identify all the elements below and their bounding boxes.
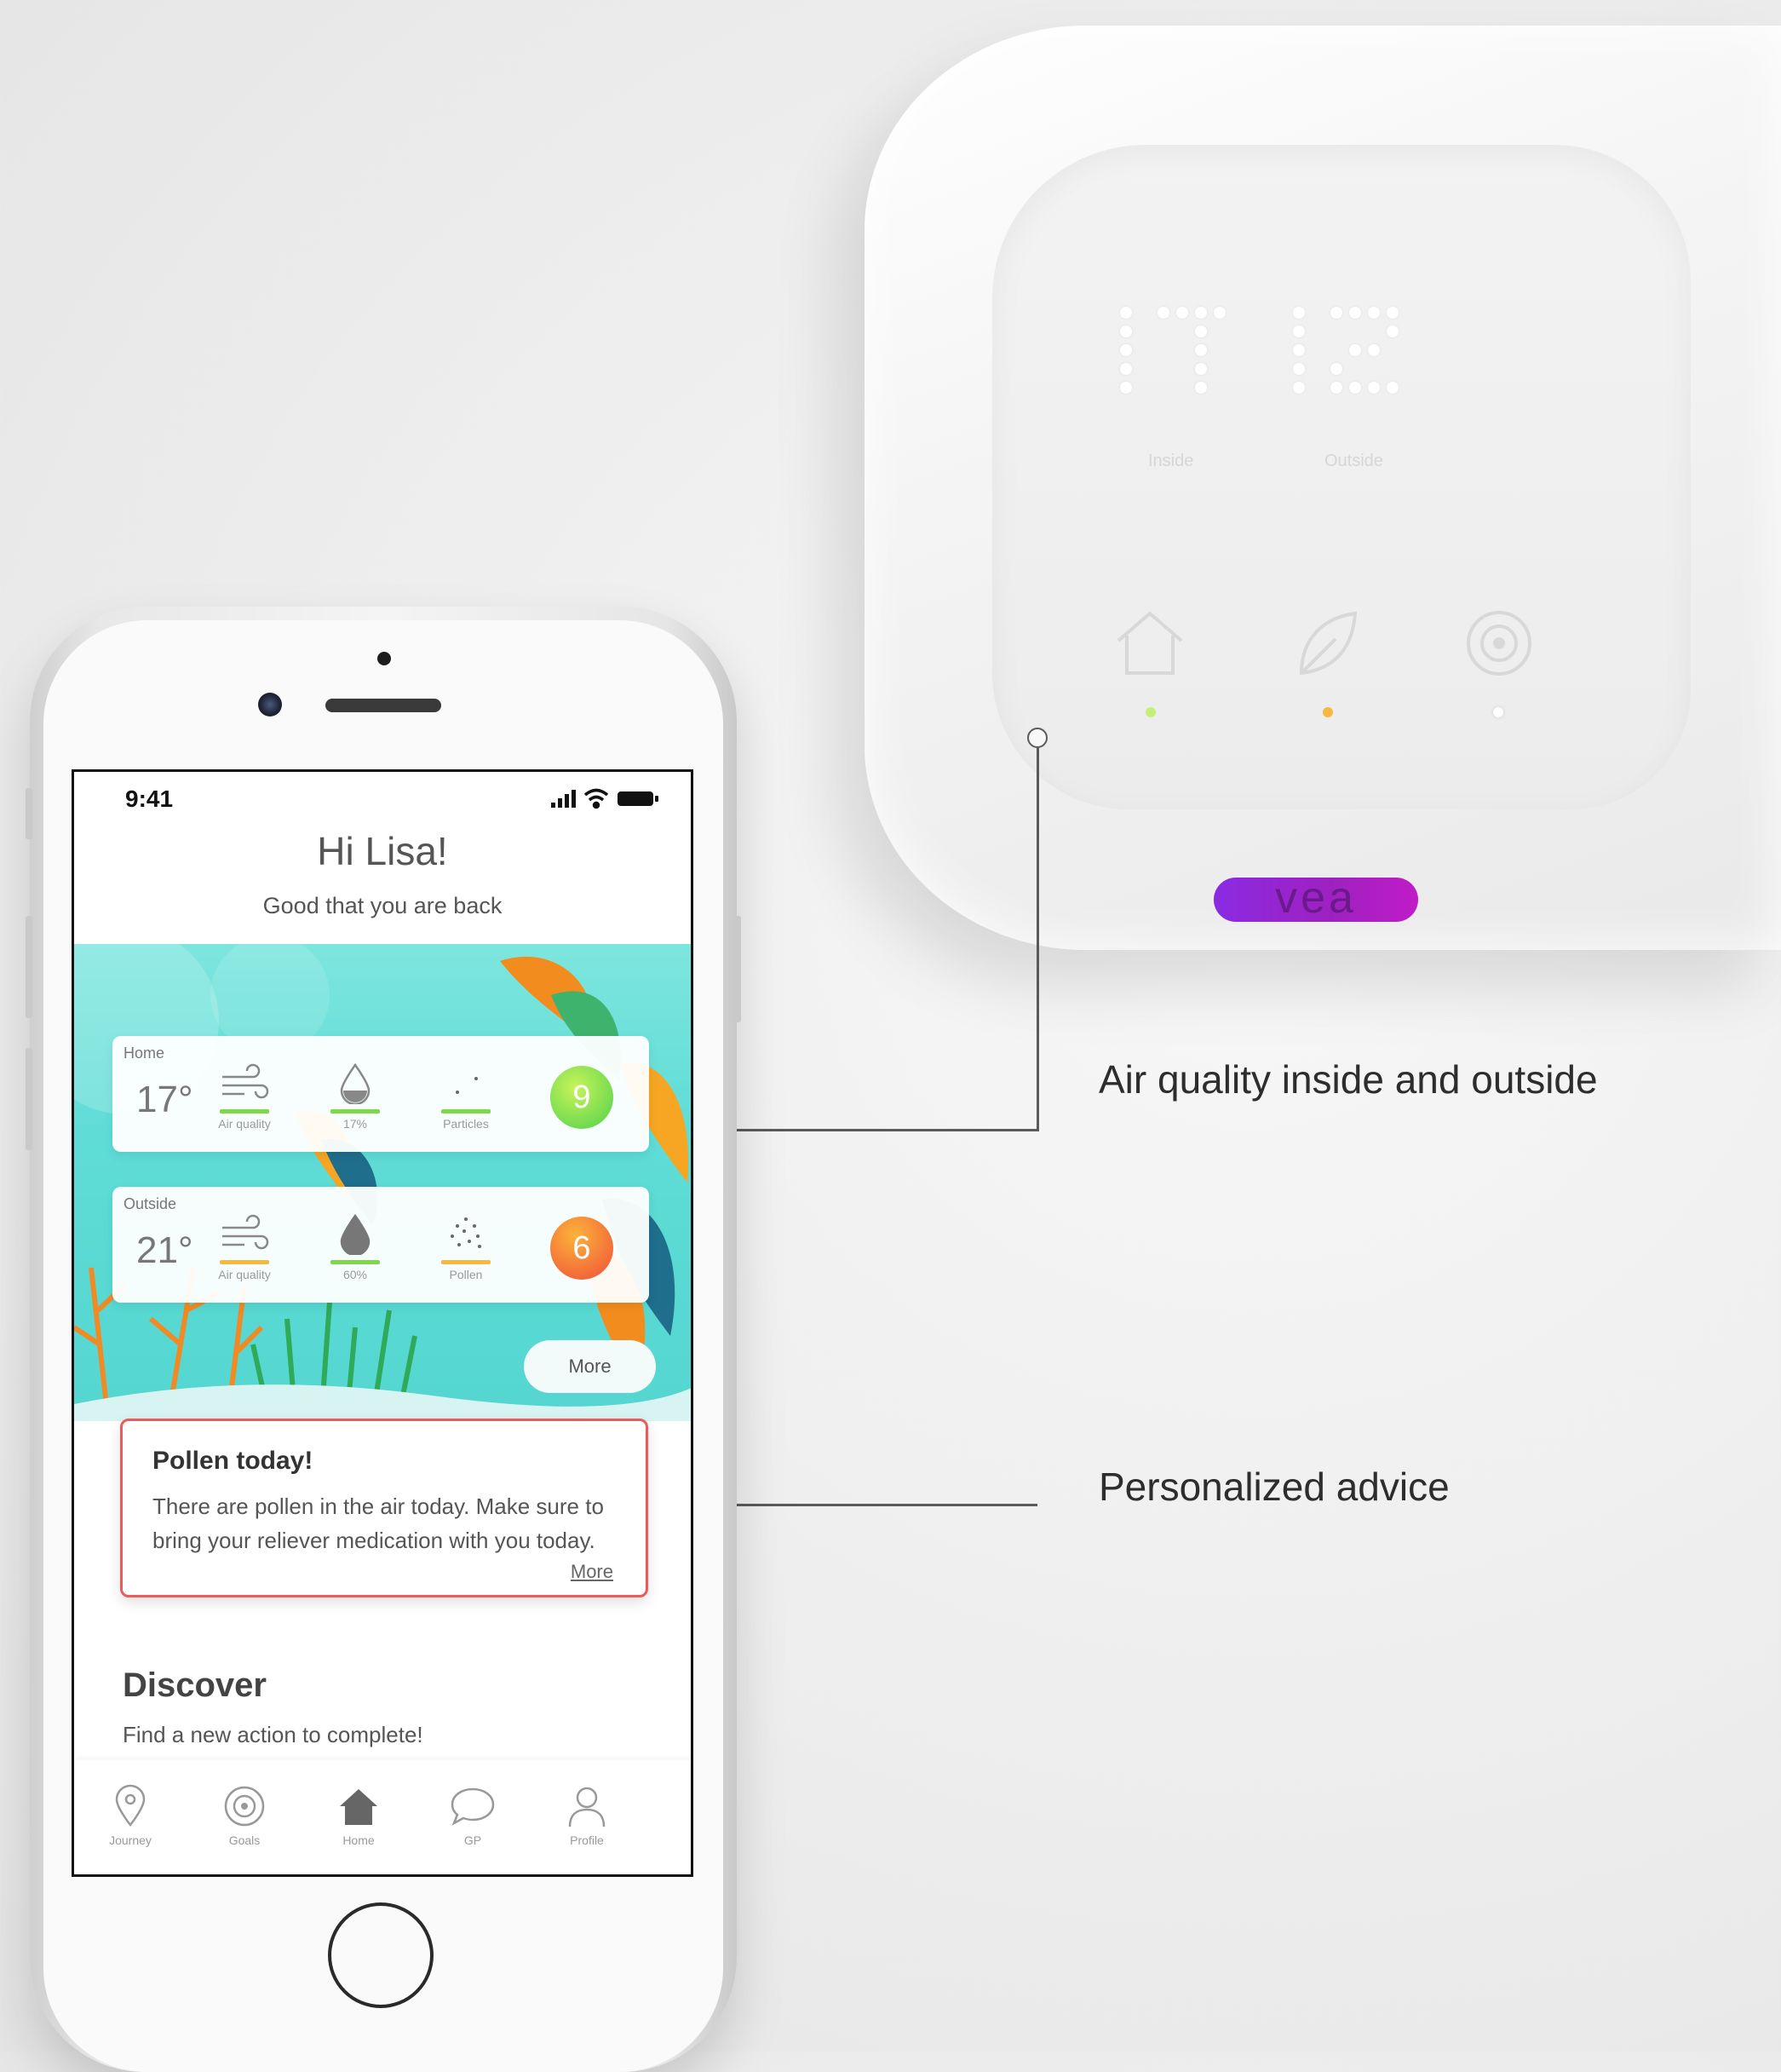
tab-home[interactable]: Home	[316, 1784, 401, 1847]
metric-air-quality: Air quality	[202, 1062, 287, 1131]
home-status-led	[1146, 707, 1156, 717]
target-icon	[224, 1786, 265, 1827]
card-location: Outside	[124, 1195, 177, 1212]
location-pin-icon	[115, 1784, 146, 1827]
card-location: Home	[124, 1045, 165, 1062]
device-inside-label: Inside	[1148, 452, 1194, 470]
metric-label: 60%	[342, 1268, 368, 1281]
tab-journey[interactable]: Journey	[88, 1784, 173, 1847]
home-air-card[interactable]: Home 17° Air quality 17% Particles 9	[112, 1036, 649, 1152]
device-outside-label: Outside	[1324, 452, 1383, 470]
metric-humidity: 17%	[313, 1062, 398, 1131]
metric-label: Air quality	[218, 1268, 271, 1281]
advice-title: Pollen today!	[152, 1447, 313, 1475]
tab-label: Home	[342, 1833, 375, 1847]
tab-label: Goals	[228, 1833, 261, 1847]
device-outside-display	[1293, 307, 1421, 426]
metric-air-quality: Air quality	[202, 1212, 287, 1281]
air-score-badge: 6	[550, 1217, 613, 1280]
tab-goals[interactable]: Goals	[202, 1784, 287, 1847]
metric-label: Pollen	[449, 1268, 483, 1281]
advice-more-link[interactable]: More	[571, 1561, 613, 1583]
volume-down-button	[26, 1048, 32, 1150]
home-icon	[340, 1789, 377, 1825]
metric-bar	[441, 1109, 491, 1114]
tab-label: Journey	[109, 1833, 152, 1847]
wind-icon	[222, 1214, 269, 1250]
tab-label: GP	[463, 1833, 482, 1847]
metric-label: Air quality	[218, 1117, 271, 1131]
tab-profile[interactable]: Profile	[544, 1784, 629, 1847]
earpiece-speaker	[325, 699, 441, 712]
metric-particles: Particles	[423, 1062, 508, 1131]
wind-icon	[222, 1063, 269, 1099]
outside-air-card[interactable]: Outside 21° Air quality 60% Pollen 6	[112, 1187, 649, 1303]
air-quality-callout: Air quality inside and outside	[1099, 1057, 1598, 1102]
pollen-icon	[451, 1217, 481, 1248]
air-quality-hero: Home 17° Air quality 17% Particles 9 Out…	[74, 944, 691, 1421]
advice-card[interactable]: Pollen today! There are pollen in the ai…	[120, 1419, 648, 1597]
leaf-status-led	[1323, 707, 1333, 717]
front-camera	[258, 693, 282, 717]
discover-title: Discover	[123, 1666, 267, 1704]
device-inside-display	[1120, 307, 1248, 426]
metric-pollen: Pollen	[423, 1212, 508, 1281]
target-status-led	[1493, 707, 1503, 717]
card-temperature: 21°	[136, 1229, 193, 1271]
metric-bar	[220, 1260, 269, 1264]
device-face	[992, 145, 1691, 809]
sub-greeting: Good that you are back	[262, 893, 503, 918]
vea-device: Inside Outside vea	[865, 26, 1781, 950]
status-time: 9:41	[125, 786, 174, 812]
card-temperature: 17°	[136, 1079, 193, 1120]
air-score-badge: 9	[550, 1066, 613, 1129]
leaf-icon[interactable]	[1289, 605, 1365, 682]
tab-gp[interactable]: GP	[430, 1784, 515, 1847]
metric-humidity: 60%	[313, 1212, 398, 1281]
metric-label: Particles	[443, 1117, 489, 1131]
advice-body: There are pollen in the air today. Make …	[152, 1494, 604, 1553]
wifi-icon	[583, 788, 609, 809]
tab-bar: Journey Goals Home GP Profile	[74, 1760, 691, 1874]
particles-icon	[456, 1077, 478, 1094]
greeting: Hi Lisa!	[317, 829, 448, 873]
callout-anchor-device	[1027, 728, 1048, 748]
battery-icon	[618, 791, 658, 806]
drop-icon	[340, 1062, 371, 1104]
callout-line	[1037, 748, 1039, 1130]
advice-callout: Personalized advice	[1099, 1465, 1450, 1509]
metric-label: 17%	[342, 1117, 368, 1131]
power-button	[734, 916, 741, 1022]
discover-subtitle: Find a new action to complete!	[123, 1722, 423, 1747]
person-icon	[568, 1787, 606, 1827]
metric-bar	[441, 1260, 491, 1264]
tab-label: Profile	[570, 1833, 604, 1847]
more-button[interactable]: More	[524, 1340, 656, 1393]
chat-bubble-icon	[451, 1787, 495, 1826]
volume-up-button	[26, 916, 32, 1018]
drop-icon	[340, 1213, 371, 1255]
home-button[interactable]	[328, 1902, 434, 2008]
target-icon[interactable]	[1461, 605, 1537, 682]
home-icon[interactable]	[1112, 605, 1188, 682]
metric-bar	[330, 1109, 380, 1114]
status-icons	[551, 788, 658, 809]
mute-switch	[26, 788, 32, 839]
vea-logo: vea	[1214, 876, 1418, 922]
signal-icon	[551, 790, 576, 808]
app-screen: 9:41 Hi Lisa! Good that you are back Hom…	[72, 769, 693, 1877]
metric-bar	[330, 1260, 380, 1264]
metric-bar	[220, 1109, 269, 1114]
proximity-sensor	[377, 652, 391, 665]
